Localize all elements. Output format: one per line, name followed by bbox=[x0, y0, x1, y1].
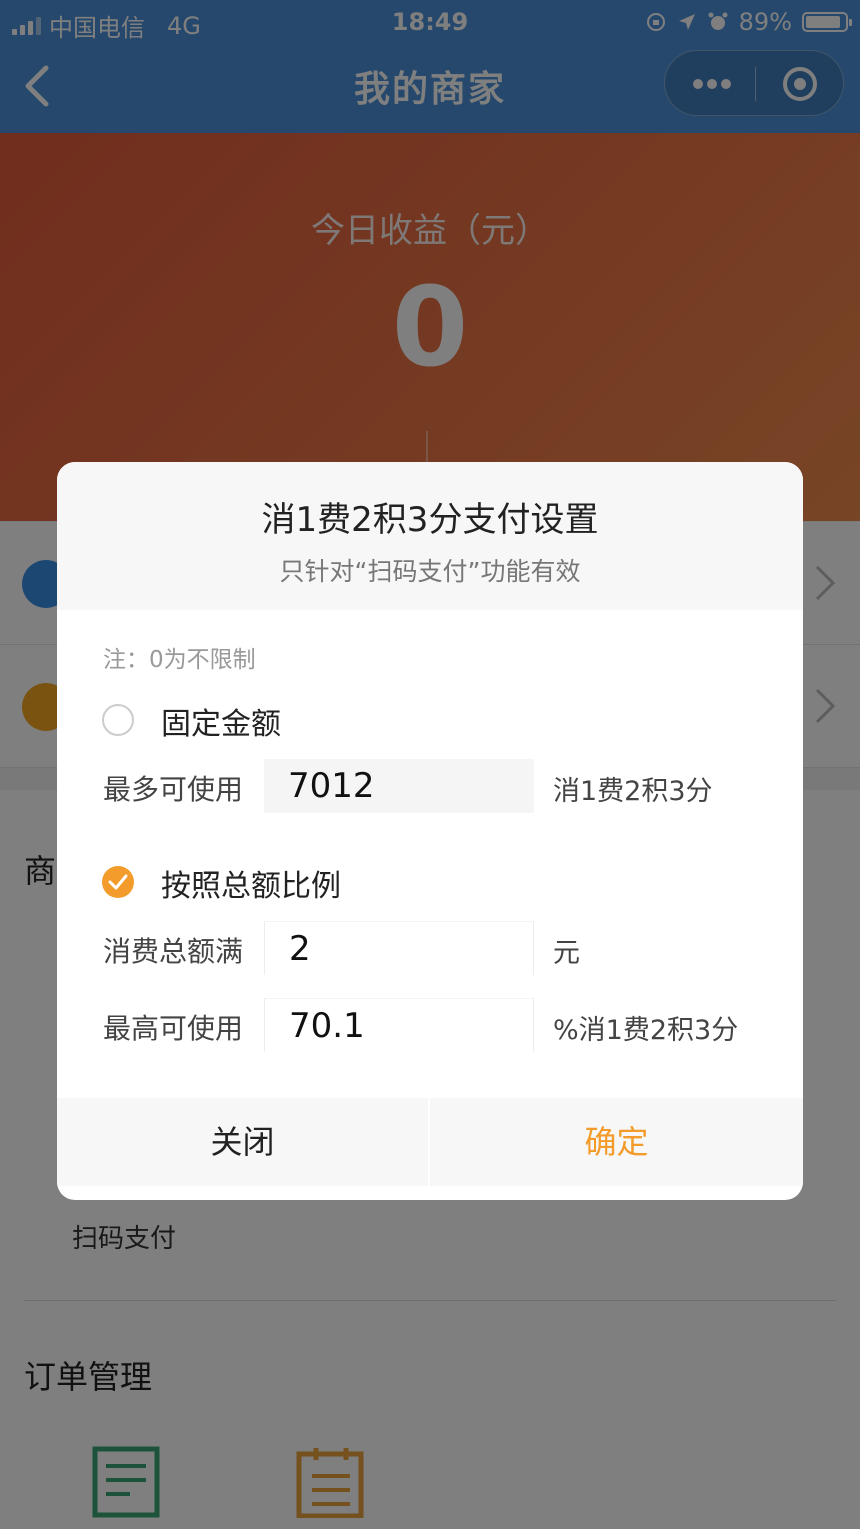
ratio-radio[interactable] bbox=[102, 866, 134, 898]
dialog-subtitle: 只针对“扫码支付”功能有效 bbox=[279, 557, 581, 586]
confirm-button[interactable]: 确定 bbox=[430, 1098, 803, 1186]
fixed-amount-radio[interactable] bbox=[102, 704, 134, 736]
max-ratio-label: 最高可使用 bbox=[103, 1012, 244, 1045]
max-ratio-unit: %消1费2积3分 bbox=[553, 1015, 739, 1046]
threshold-input[interactable]: 2 bbox=[264, 921, 534, 975]
fixed-max-unit: 消1费2积3分 bbox=[553, 776, 713, 807]
max-usable-label: 最多可使用 bbox=[103, 773, 244, 806]
payment-settings-dialog: 消1费2积3分支付设置 只针对“扫码支付”功能有效 注：0为不限制 固定金额 最… bbox=[57, 462, 803, 1200]
dialog-header: 消1费2积3分支付设置 只针对“扫码支付”功能有效 bbox=[57, 462, 803, 610]
unlimited-note: 注：0为不限制 bbox=[103, 647, 256, 673]
close-button[interactable]: 关闭 bbox=[57, 1098, 428, 1186]
check-icon bbox=[108, 874, 128, 890]
fixed-amount-label[interactable]: 固定金额 bbox=[161, 699, 281, 743]
dialog-title: 消1费2积3分支付设置 bbox=[261, 500, 599, 540]
ratio-label[interactable]: 按照总额比例 bbox=[161, 861, 341, 905]
threshold-label: 消费总额满 bbox=[103, 935, 244, 968]
fixed-max-input[interactable]: 7012 bbox=[264, 759, 534, 813]
threshold-unit: 元 bbox=[553, 938, 580, 969]
max-ratio-input[interactable]: 70.1 bbox=[264, 998, 534, 1052]
